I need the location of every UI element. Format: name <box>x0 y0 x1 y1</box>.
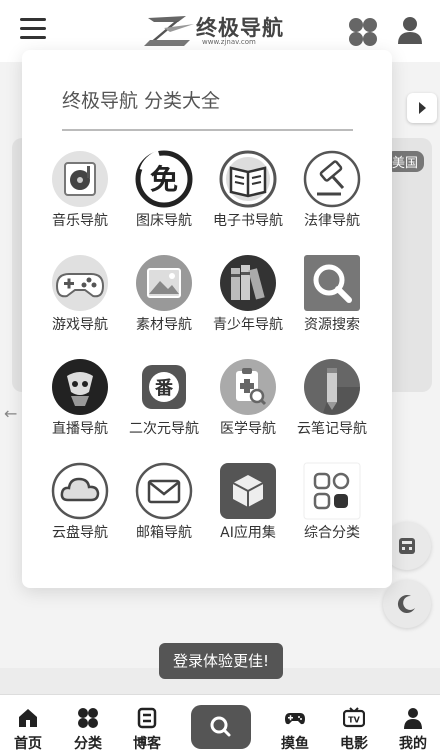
nav-mine[interactable]: 我的 <box>383 695 440 754</box>
nav-label: 电影 <box>340 736 368 752</box>
nav-label: 分类 <box>74 736 102 752</box>
hamburger-menu-icon[interactable] <box>20 18 46 42</box>
category-item-cloud-note[interactable]: 云笔记导航 <box>287 358 377 454</box>
open-book-icon <box>219 150 277 208</box>
carousel-next-button[interactable] <box>407 93 437 123</box>
panel-title: 终极导航 分类大全 <box>62 90 221 112</box>
svg-text:番: 番 <box>154 378 174 399</box>
category-item-youth[interactable]: 青少年导航 <box>203 254 293 350</box>
category-item-law[interactable]: 法律导航 <box>287 150 377 246</box>
apps-clover-icon[interactable] <box>348 17 378 47</box>
category-label: 综合分类 <box>304 525 360 541</box>
logo-z-icon <box>144 16 194 46</box>
medical-clipboard-icon <box>220 359 276 415</box>
category-label: 素材导航 <box>136 317 192 333</box>
cloud-icon <box>51 462 109 520</box>
image-icon <box>136 255 192 311</box>
gamepad-icon <box>285 713 305 725</box>
category-item-material[interactable]: 素材导航 <box>119 254 209 350</box>
category-label: 云笔记导航 <box>297 421 367 437</box>
category-item-all[interactable]: 综合分类 <box>287 462 377 558</box>
free-badge-icon: 免 <box>135 150 193 208</box>
category-label: 法律导航 <box>304 213 360 229</box>
tv-icon: TV <box>343 707 365 728</box>
bottom-navigation: 首页 分类 博客 摸鱼 TV 电影 我的 <box>0 694 440 754</box>
category-item-ebook[interactable]: 电子书导航 <box>203 150 293 246</box>
panel-divider <box>62 129 353 131</box>
category-item-live[interactable]: 直播导航 <box>35 358 125 454</box>
nav-home[interactable]: 首页 <box>0 695 58 754</box>
category-item-image-host[interactable]: 免 图床导航 <box>119 150 209 246</box>
category-label: 二次元导航 <box>129 421 199 437</box>
category-item-mail[interactable]: 邮箱导航 <box>119 462 209 558</box>
nav-label: 首页 <box>14 736 42 752</box>
anime-fan-icon: 番 <box>142 365 186 409</box>
grid-apps-icon <box>303 462 361 520</box>
category-label: 青少年导航 <box>213 317 283 333</box>
category-label: AI应用集 <box>220 525 276 541</box>
nav-movie[interactable]: TV 电影 <box>324 695 384 754</box>
category-item-ai-apps[interactable]: AI应用集 <box>203 462 293 558</box>
gamepad-icon <box>52 255 108 311</box>
nav-blog[interactable]: 博客 <box>117 695 177 754</box>
logo-url: www.zjnav.com <box>202 38 256 46</box>
magnifier-icon <box>304 255 360 311</box>
category-label: 图床导航 <box>136 213 192 229</box>
live-broadcast-icon <box>52 359 108 415</box>
category-label: 资源搜索 <box>304 317 360 333</box>
category-label: 游戏导航 <box>52 317 108 333</box>
envelope-icon <box>135 462 193 520</box>
back-arrow-icon[interactable]: ← <box>4 404 17 423</box>
category-label: 邮箱导航 <box>136 525 192 541</box>
category-item-cloud-drive[interactable]: 云盘导航 <box>35 462 125 558</box>
category-item-anime[interactable]: 番 二次元导航 <box>119 358 209 454</box>
user-icon[interactable] <box>397 16 423 44</box>
moon-icon <box>397 595 415 614</box>
note-pencil-icon <box>304 359 360 415</box>
nav-slack-off[interactable]: 摸鱼 <box>265 695 325 754</box>
gavel-icon <box>303 150 361 208</box>
dark-mode-float-button[interactable] <box>383 580 431 628</box>
category-label: 电子书导航 <box>213 213 283 229</box>
search-icon <box>210 716 231 737</box>
svg-text:TV: TV <box>348 716 360 725</box>
category-label: 音乐导航 <box>52 213 108 229</box>
category-panel: 终极导航 分类大全 音乐导航 免 图床导航 电子书导航 法律导航 游戏导航 素材… <box>22 50 392 588</box>
category-label: 直播导航 <box>52 421 108 437</box>
category-label: 云盘导航 <box>52 525 108 541</box>
category-item-resource-search[interactable]: 资源搜索 <box>287 254 377 350</box>
nav-search-button[interactable] <box>191 705 251 749</box>
svg-text:免: 免 <box>150 163 178 196</box>
site-logo[interactable]: 终极导航 www.zjnav.com <box>140 10 300 50</box>
user-icon <box>404 708 422 729</box>
category-item-medical[interactable]: 医学导航 <box>203 358 293 454</box>
login-toast: 登录体验更佳! <box>159 643 283 679</box>
nav-category[interactable]: 分类 <box>58 695 118 754</box>
music-disc-icon <box>52 151 108 207</box>
category-icon <box>78 708 98 728</box>
blog-icon <box>137 707 157 729</box>
category-label: 医学导航 <box>220 421 276 437</box>
nav-label: 我的 <box>399 736 427 752</box>
nav-label: 博客 <box>133 736 161 752</box>
nav-label: 摸鱼 <box>281 736 309 752</box>
books-icon <box>220 255 276 311</box>
cube-icon <box>220 463 276 519</box>
home-icon <box>19 709 37 727</box>
category-item-game[interactable]: 游戏导航 <box>35 254 125 350</box>
category-item-music[interactable]: 音乐导航 <box>35 150 125 246</box>
